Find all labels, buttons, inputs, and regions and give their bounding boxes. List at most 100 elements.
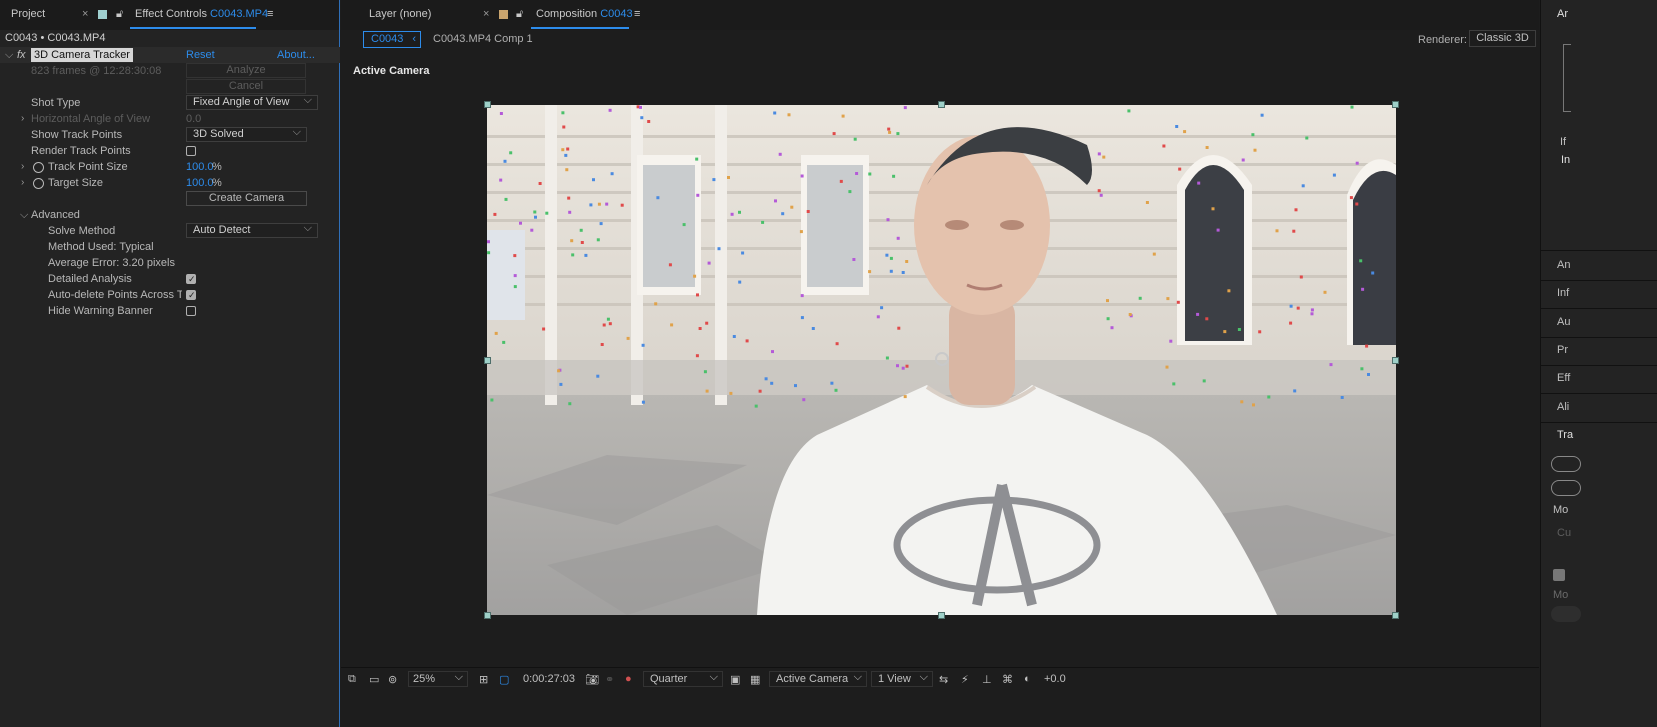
- resolution-dropdown[interactable]: Quarter ⌵: [643, 671, 723, 687]
- transform-handle[interactable]: [1392, 612, 1399, 619]
- transform-handle[interactable]: [484, 357, 491, 364]
- monitor-icon[interactable]: ▭: [369, 673, 379, 686]
- track-point: [738, 210, 741, 214]
- channel-icon[interactable]: ●: [625, 673, 632, 685]
- track-point: [886, 218, 890, 222]
- right-item-6[interactable]: Pr: [1557, 344, 1568, 356]
- reset-button[interactable]: Reset: [186, 47, 215, 63]
- track-point: [538, 182, 542, 185]
- lock-icon[interactable]: 🔓︎: [516, 8, 523, 21]
- haov-value[interactable]: 0.0: [186, 111, 201, 127]
- toggle-pixel-aspect-icon[interactable]: ⇆: [939, 673, 948, 686]
- exposure-reset-icon[interactable]: ◐: [1024, 673, 1031, 685]
- transform-handle[interactable]: [1392, 357, 1399, 364]
- detailed-analysis-checkbox[interactable]: [186, 271, 196, 287]
- advanced-row: ⌵ Advanced: [0, 207, 340, 223]
- show-track-points-dropdown[interactable]: 3D Solved: [186, 126, 307, 142]
- target-size-value[interactable]: 100.0: [186, 175, 214, 191]
- advanced-label[interactable]: Advanced: [31, 207, 80, 223]
- flowchart-icon[interactable]: ⌘: [1002, 673, 1013, 686]
- right-item-8[interactable]: Ali: [1557, 401, 1569, 413]
- expand-chevron-icon[interactable]: ›: [21, 175, 24, 191]
- right-item-3[interactable]: An: [1557, 259, 1570, 271]
- tab-layer[interactable]: Layer (none): [369, 8, 431, 20]
- panel-menu-icon[interactable]: ≡: [267, 8, 273, 20]
- transform-handle[interactable]: [938, 101, 945, 108]
- lock-icon[interactable]: 🔓︎: [116, 8, 123, 21]
- align-buttons-icon[interactable]: [1563, 44, 1571, 112]
- track-point: [641, 400, 645, 404]
- tab-project[interactable]: Project: [11, 8, 45, 20]
- panel-menu-icon[interactable]: ≡: [634, 8, 640, 20]
- mask-visibility-icon[interactable]: ▢: [499, 673, 509, 686]
- track-point: [696, 193, 700, 197]
- transform-handle[interactable]: [484, 612, 491, 619]
- render-track-points-checkbox[interactable]: [186, 146, 196, 156]
- fx-icon[interactable]: fx: [17, 47, 26, 63]
- track-point: [738, 280, 742, 284]
- detailed-analysis-row: Detailed Analysis: [0, 271, 340, 287]
- close-icon[interactable]: ×: [82, 8, 88, 20]
- collapse-chevron-icon[interactable]: ⌵: [5, 47, 13, 63]
- expand-chevron-icon[interactable]: ›: [21, 111, 24, 127]
- checkbox[interactable]: [1553, 569, 1565, 581]
- exposure-value[interactable]: +0.0: [1044, 673, 1066, 685]
- solve-method-row: Solve Method Auto Detect: [0, 222, 340, 239]
- fast-previews-icon[interactable]: ⚡︎: [961, 673, 969, 686]
- collapse-chevron-icon[interactable]: ⌵: [20, 207, 28, 223]
- anchor-point-icon[interactable]: [935, 352, 949, 366]
- right-item-0[interactable]: Ar: [1557, 8, 1568, 20]
- average-error-row: Average Error: 3.20 pixels: [0, 255, 340, 271]
- hide-warning-checkbox[interactable]: [186, 306, 196, 316]
- camera-view-dropdown[interactable]: Active Camera ⌵: [769, 671, 867, 687]
- transform-handle[interactable]: [1392, 101, 1399, 108]
- track-point: [519, 221, 522, 225]
- right-item-7[interactable]: Eff: [1557, 372, 1570, 384]
- track-point: [892, 174, 896, 178]
- breadcrumb-active-comp[interactable]: C0043 ‹: [363, 31, 421, 48]
- tab-composition[interactable]: Composition C0043: [536, 8, 633, 20]
- track-pill-button[interactable]: [1551, 480, 1581, 496]
- view-layout-dropdown[interactable]: 1 View ⌵: [871, 671, 933, 687]
- zoom-dropdown[interactable]: 25% ⌵: [408, 671, 468, 687]
- track-pill-button[interactable]: [1551, 456, 1581, 472]
- auto-delete-checkbox[interactable]: [186, 287, 196, 303]
- timeline-icon[interactable]: ⊥: [982, 673, 992, 686]
- track-point-size-value[interactable]: 100.0: [186, 159, 214, 175]
- close-icon[interactable]: ×: [483, 8, 489, 20]
- transform-handle[interactable]: [938, 612, 945, 619]
- track-point: [534, 215, 537, 219]
- track-point: [1240, 400, 1244, 404]
- track-point: [647, 120, 651, 123]
- analyze-button[interactable]: Analyze: [186, 63, 306, 78]
- transform-handle[interactable]: [484, 101, 491, 108]
- breadcrumb-next-comp[interactable]: C0043.MP4 Comp 1: [433, 33, 533, 45]
- right-item-4[interactable]: Inf: [1557, 287, 1569, 299]
- cancel-button[interactable]: Cancel: [186, 79, 306, 94]
- vr-mask-icon[interactable]: ⊚: [388, 673, 397, 686]
- always-preview-icon[interactable]: ⧉: [348, 673, 356, 686]
- right-item-9[interactable]: Tra: [1557, 429, 1573, 441]
- safe-zones-icon[interactable]: ⊞: [479, 673, 488, 686]
- track-point: [1097, 189, 1101, 193]
- track-point: [568, 210, 572, 214]
- create-camera-button[interactable]: Create Camera: [186, 191, 307, 206]
- divider: [1541, 393, 1657, 394]
- solve-method-dropdown[interactable]: Auto Detect: [186, 222, 318, 238]
- stopwatch-icon[interactable]: [33, 178, 44, 189]
- expand-chevron-icon[interactable]: ›: [21, 159, 24, 175]
- about-button[interactable]: About...: [277, 47, 315, 63]
- show-snapshot-icon[interactable]: ⚭: [605, 673, 614, 686]
- tab-effect-controls[interactable]: Effect Controls C0043.MP4: [135, 8, 268, 20]
- transparency-grid-icon[interactable]: ▦: [750, 673, 760, 686]
- region-of-interest-icon[interactable]: ▣: [730, 673, 740, 686]
- stopwatch-icon[interactable]: [33, 162, 44, 173]
- effect-name[interactable]: 3D Camera Tracker: [31, 48, 133, 62]
- track-point: [513, 254, 517, 258]
- shot-type-dropdown[interactable]: Fixed Angle of View: [186, 94, 318, 110]
- right-item-2[interactable]: In: [1561, 154, 1570, 166]
- snapshot-icon[interactable]: 📷︎: [585, 673, 599, 686]
- renderer-dropdown[interactable]: Classic 3D: [1469, 30, 1536, 47]
- timecode[interactable]: 0:00:27:03: [523, 673, 575, 685]
- right-item-5[interactable]: Au: [1557, 316, 1570, 328]
